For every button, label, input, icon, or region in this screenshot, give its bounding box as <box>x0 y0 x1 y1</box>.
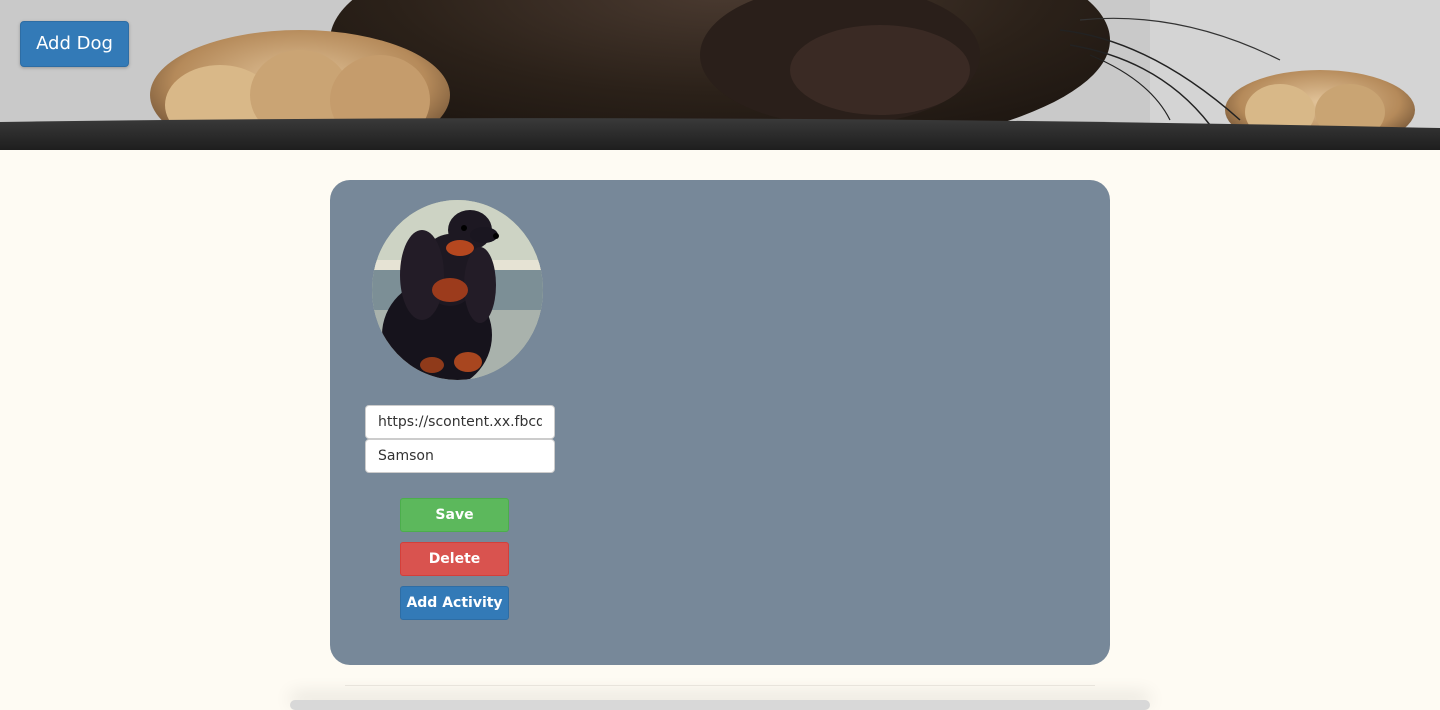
photo-url-input[interactable] <box>365 405 555 439</box>
hero-banner: Add Dog <box>0 0 1440 150</box>
dog-name-input[interactable] <box>365 439 555 473</box>
divider <box>345 685 1095 686</box>
add-activity-button[interactable]: Add Activity <box>400 586 509 620</box>
dog-card: Save Delete Add Activity <box>330 180 1110 665</box>
save-button[interactable]: Save <box>400 498 509 532</box>
dog-paws-banner-image <box>0 0 1440 150</box>
delete-button[interactable]: Delete <box>400 542 509 576</box>
dog-avatar <box>372 200 543 380</box>
dog-photo <box>372 200 543 380</box>
add-dog-button[interactable]: Add Dog <box>20 21 129 67</box>
next-card-edge <box>290 700 1150 710</box>
